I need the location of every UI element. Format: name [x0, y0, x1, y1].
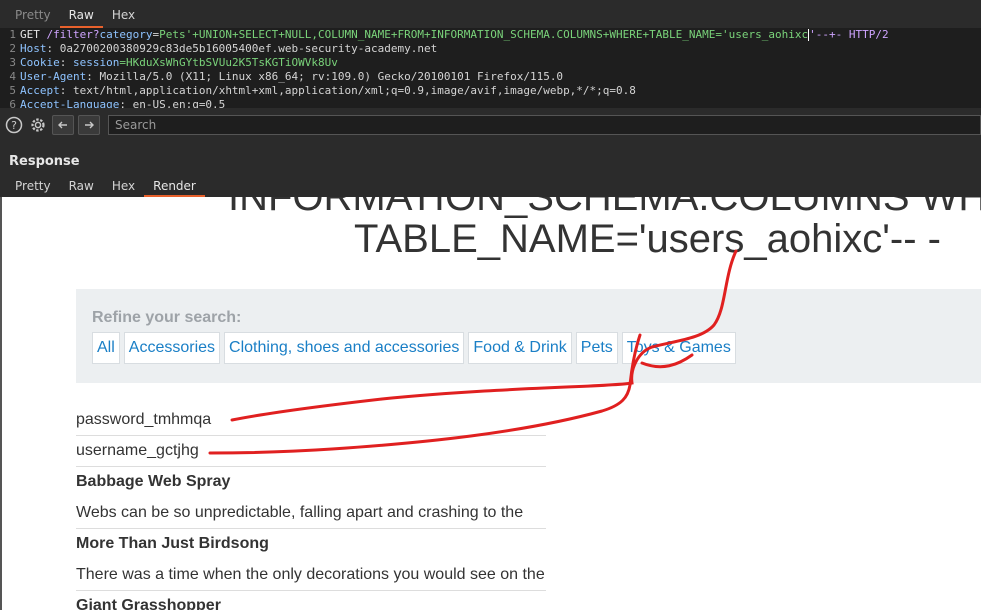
line-number: 4: [9, 70, 16, 83]
response-tab-raw[interactable]: Raw: [60, 175, 103, 197]
tab-raw[interactable]: Raw: [59, 0, 104, 28]
filter-toys-games-link[interactable]: Toys & Games: [621, 332, 736, 364]
request-editor[interactable]: 1 GET /filter?category=Pets'+UNION+SELEC…: [0, 28, 981, 108]
product-title: Giant Grasshopper: [76, 597, 221, 610]
request-toolbar: ? Search: [0, 112, 981, 138]
results-list: password_tmhmqa username_gctjhg Babbage …: [76, 405, 546, 610]
filter-clothing-link[interactable]: Clothing, shoes and accessories: [224, 332, 465, 364]
query-param-name: category: [99, 28, 153, 41]
query-param-value: Pets'+UNION+SELECT+NULL,COLUMN_NAME+FROM…: [159, 28, 809, 41]
filter-all-link[interactable]: All: [92, 332, 120, 364]
cookie-name: session: [73, 56, 120, 69]
response-title: Response: [9, 154, 80, 169]
header-value: : text/html,application/xhtml+xml,applic…: [59, 84, 636, 97]
product-description: There was a time when the only decoratio…: [76, 560, 546, 591]
product-title: More Than Just Birdsong: [76, 535, 269, 552]
header-name: User-Agent: [20, 70, 87, 83]
header-line: 2 Host: 0a2700200380929c83de5b16005400ef…: [0, 42, 981, 56]
result-row-username-column: username_gctjhg: [76, 436, 546, 467]
header-name: Host: [20, 42, 47, 55]
header-line: 6 Accept-Language: en-US,en;q=0.5: [0, 98, 981, 108]
line-number: 6: [9, 98, 16, 108]
request-path: /filter?: [39, 28, 100, 41]
line-number: 3: [9, 56, 16, 69]
filter-panel: Refine your search: All Accessories Clot…: [76, 289, 981, 383]
header-name: Accept: [20, 84, 60, 97]
request-tab-bar: Pretty Raw Hex: [0, 0, 981, 28]
request-method: GET: [20, 28, 40, 41]
filter-accessories-link[interactable]: Accessories: [123, 332, 221, 364]
line-number: 1: [9, 28, 16, 41]
header-name: Accept-Language: [20, 98, 120, 108]
refine-label: Refine your search:: [92, 309, 242, 326]
search-input[interactable]: Search: [108, 115, 981, 135]
filter-food-drink-link[interactable]: Food & Drink: [468, 332, 572, 364]
header-value: : 0a2700200380929c83de5b16005400ef.web-s…: [46, 42, 438, 55]
header-value: : Mozilla/5.0 (X11; Linux x86_64; rv:109…: [86, 70, 564, 83]
header-line: 3 Cookie: session=HKduXsWhGYtbSVUu2K5TsK…: [0, 56, 981, 70]
response-tab-render[interactable]: Render: [144, 175, 205, 197]
arrow-right-icon[interactable]: [78, 115, 100, 135]
page-heading-line-2: TABLE_NAME='users_aohixc'-- -: [354, 217, 941, 261]
header-value: :: [59, 56, 73, 69]
tab-pretty[interactable]: Pretty: [6, 0, 60, 28]
gear-icon[interactable]: [28, 115, 48, 135]
tab-hex[interactable]: Hex: [103, 0, 144, 28]
header-value: : en-US,en;q=0.5: [119, 98, 226, 108]
header-name: Cookie: [20, 56, 60, 69]
header-line: 5 Accept: text/html,application/xhtml+xm…: [0, 84, 981, 98]
response-tab-bar: Pretty Raw Hex Render: [0, 175, 205, 197]
request-line-tail: '--+- HTTP/2: [809, 28, 889, 41]
arrow-left-icon[interactable]: [52, 115, 74, 135]
category-filters: All Accessories Clothing, shoes and acce…: [92, 332, 736, 364]
filter-pets-link[interactable]: Pets: [575, 332, 618, 364]
response-tab-hex[interactable]: Hex: [103, 175, 144, 197]
cookie-value: =HKduXsWhGYtbSVUu2K5TsKGTiOWVk8Uv: [119, 56, 338, 69]
request-line: 1 GET /filter?category=Pets'+UNION+SELEC…: [0, 28, 981, 42]
product-description: Webs can be so unpredictable, falling ap…: [76, 498, 546, 529]
line-number: 5: [9, 84, 16, 97]
product-title: Babbage Web Spray: [76, 473, 231, 490]
line-number: 2: [9, 42, 16, 55]
response-tab-pretty[interactable]: Pretty: [6, 175, 60, 197]
help-icon[interactable]: ?: [4, 115, 24, 135]
rendered-page: INFORMATION_SCHEMA.COLUMNS WH TABLE_NAME…: [0, 197, 981, 610]
header-line: 4 User-Agent: Mozilla/5.0 (X11; Linux x8…: [0, 70, 981, 84]
svg-text:?: ?: [11, 119, 17, 132]
result-row-password-column: password_tmhmqa: [76, 405, 546, 436]
